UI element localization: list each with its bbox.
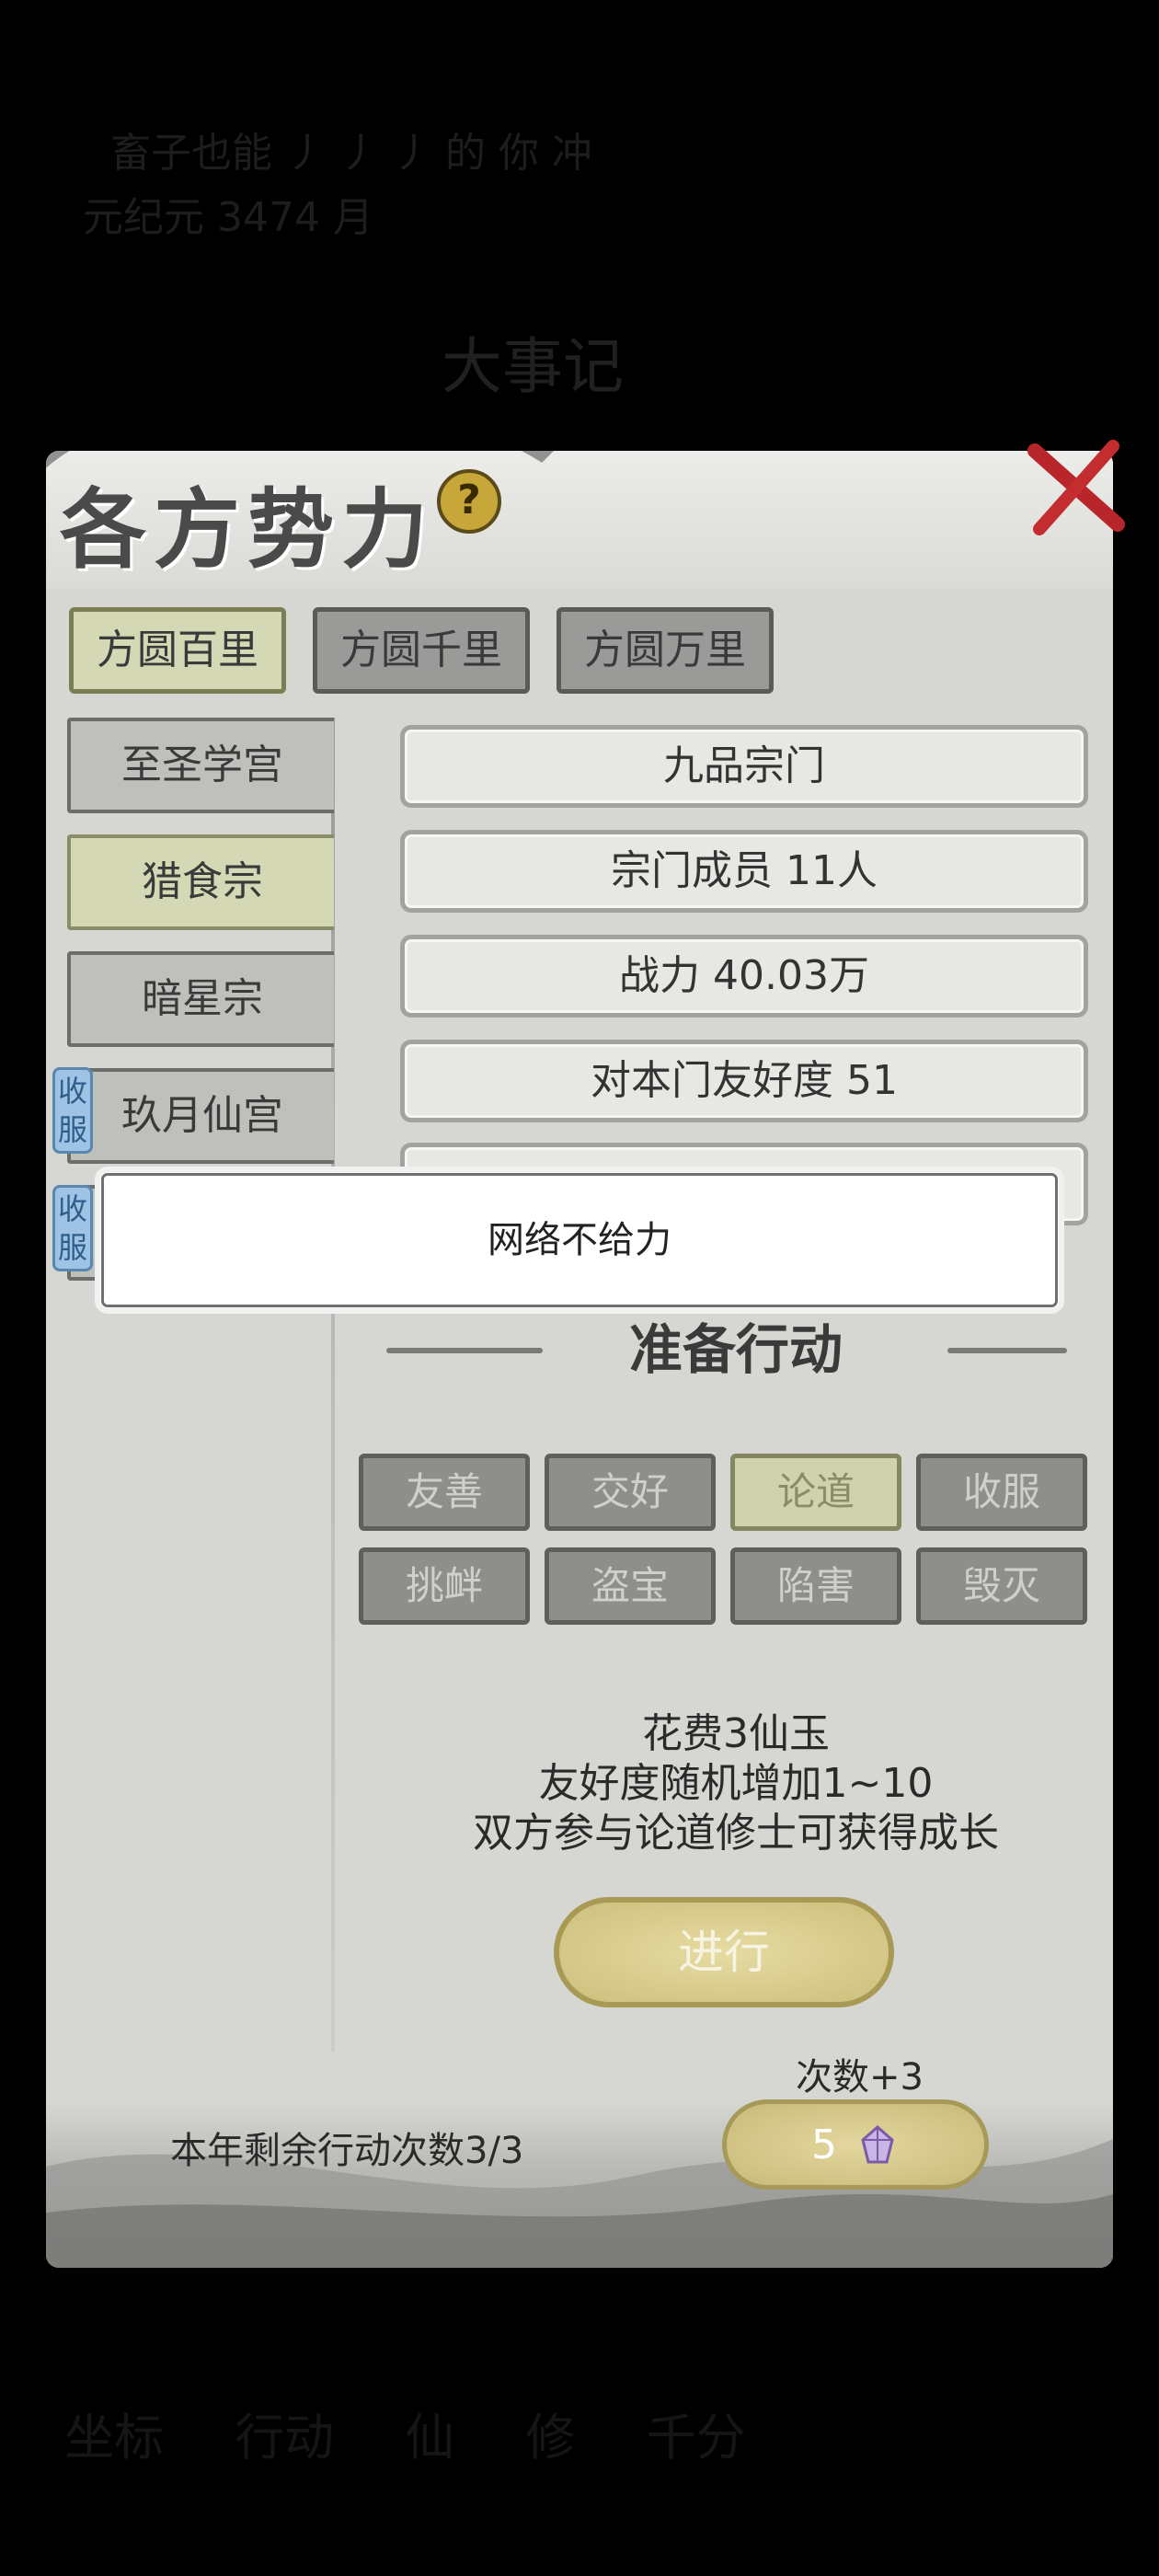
background-bottom-nav: 坐标 行动 仙 修 千分 xyxy=(64,2409,746,2467)
cost-value: 5 xyxy=(811,2122,837,2168)
red-x-icon[interactable] xyxy=(1021,432,1131,543)
network-error-toast: 网络不给力 xyxy=(95,1167,1064,1314)
execute-button[interactable]: 进行 xyxy=(554,1897,894,2007)
extra-count-label: 次数+3 xyxy=(796,2056,924,2099)
action-provoke-button[interactable]: 挑衅 xyxy=(359,1547,530,1625)
sect-list: 至圣学宫 猎食宗 暗星宗 玖月仙宫 收服 收服 xyxy=(46,718,334,2116)
sect-item-jiuyue[interactable]: 玖月仙宫 xyxy=(67,1068,334,1164)
sect-item-lieshi[interactable]: 猎食宗 xyxy=(67,834,334,930)
action-befriend-button[interactable]: 交好 xyxy=(545,1454,716,1531)
subdued-badge: 收服 xyxy=(52,1185,93,1271)
background-events-label: 大事记 xyxy=(442,331,624,402)
panel-title: 各方势力 xyxy=(60,479,436,581)
sect-item-anxing[interactable]: 暗星宗 xyxy=(67,951,334,1047)
action-discuss-dao-button[interactable]: 论道 xyxy=(730,1454,901,1531)
factions-panel: 各方势力 ? 方圆百里 方圆千里 方圆万里 至圣学宫 猎食宗 暗星宗 玖月仙宫 … xyxy=(46,451,1113,2268)
prepare-action-heading: 准备行动 xyxy=(628,1318,843,1381)
tab-region-100[interactable]: 方圆百里 xyxy=(69,607,286,694)
action-friendly-button[interactable]: 友善 xyxy=(359,1454,530,1531)
tab-region-10000[interactable]: 方圆万里 xyxy=(557,607,774,694)
jade-crystal-icon xyxy=(861,2125,894,2164)
buy-actions-button[interactable]: 5 xyxy=(722,2099,989,2190)
background-text-line2: 元纪元 3474 月 xyxy=(83,194,373,241)
remaining-actions-text: 本年剩余行动次数3/3 xyxy=(170,2130,524,2172)
sect-members-field: 宗门成员 11人 xyxy=(400,830,1088,913)
action-subdue-button[interactable]: 收服 xyxy=(916,1454,1087,1531)
subdued-badge: 收服 xyxy=(52,1067,93,1154)
question-circle-icon[interactable]: ? xyxy=(437,469,501,534)
background-text-line1: 畜子也能 丿 丿 丿 的 你 冲 xyxy=(110,130,592,177)
action-growth-text: 双方参与论道修士可获得成长 xyxy=(473,1810,999,1857)
action-frame-button[interactable]: 陷害 xyxy=(730,1547,901,1625)
sect-rank-field: 九品宗门 xyxy=(400,725,1088,808)
tab-region-1000[interactable]: 方圆千里 xyxy=(313,607,530,694)
sect-item-zhisheng[interactable]: 至圣学宫 xyxy=(67,718,334,813)
action-destroy-button[interactable]: 毁灭 xyxy=(916,1547,1087,1625)
action-steal-button[interactable]: 盗宝 xyxy=(545,1547,716,1625)
sect-power-field: 战力 40.03万 xyxy=(400,935,1088,1018)
sect-friendship-field: 对本门友好度 51 xyxy=(400,1040,1088,1122)
